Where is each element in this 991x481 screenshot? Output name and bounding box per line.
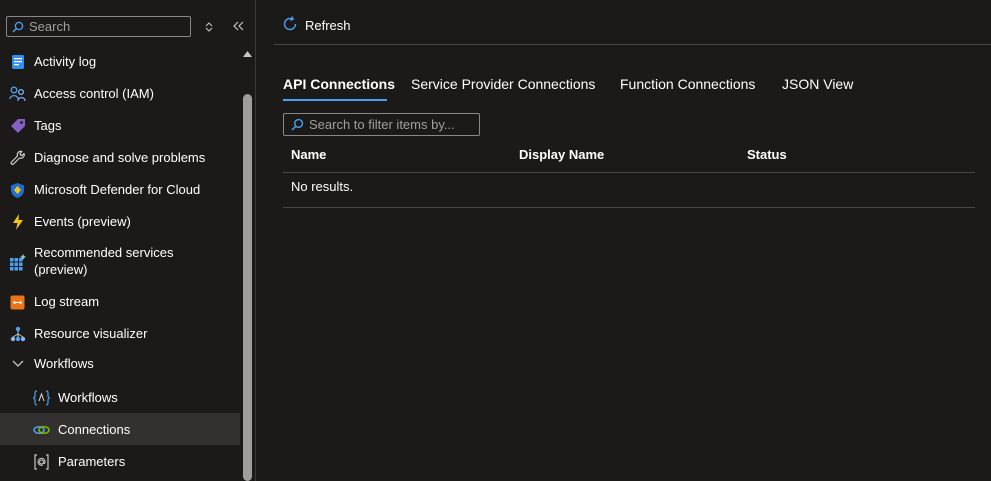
sidebar-search-input[interactable] [27,19,179,34]
scroll-up-arrow-icon[interactable] [241,48,254,60]
sidebar-item-label: Connections [58,422,131,437]
sidebar-group-workflows[interactable]: Workflows [0,354,240,374]
sidebar-item-log-stream[interactable]: Log stream [0,292,240,312]
collapse-sidebar-icon[interactable] [232,18,246,34]
sidebar-item-label: Tags [34,118,62,133]
scrollbar-thumb[interactable] [243,94,252,481]
sidebar-item-defender[interactable]: Microsoft Defender for Cloud [0,180,240,200]
sidebar-item-label: Parameters [58,454,126,469]
sidebar-item-label: Diagnose and solve problems [34,150,206,165]
filter-input[interactable] [307,117,474,132]
sidebar-item-label: Recommended services [34,245,174,260]
sidebar-scrollbar[interactable] [241,46,254,481]
parameters-icon [33,454,50,471]
activity-log-icon [9,54,26,71]
sidebar-item-activity-log[interactable]: Activity log [0,52,240,72]
grid-icon [9,254,26,271]
sidebar-item-label: Resource visualizer [34,326,148,341]
people-icon [9,86,26,103]
empty-results-text: No results. [291,179,354,194]
hierarchy-icon [9,326,26,343]
sort-toggle-icon[interactable] [202,19,216,35]
active-tab-indicator [283,99,387,101]
sidebar-item-diagnose[interactable]: Diagnose and solve problems [0,148,240,168]
grid-header-divider [283,172,975,173]
refresh-label: Refresh [305,18,351,33]
sidebar: Activity log Access control (IAM) Tags D… [0,0,256,481]
tab-json-view[interactable]: JSON View [782,74,853,94]
refresh-icon [282,16,298,35]
tab-function-connections[interactable]: Function Connections [620,74,755,94]
workflow-braces-icon [33,390,50,407]
sidebar-item-recommended-services[interactable]: Recommended services (preview) [0,244,240,280]
column-header-display-name[interactable]: Display Name [519,147,604,162]
chevron-down-icon [9,356,26,373]
sidebar-item-label: Workflows [34,356,94,371]
refresh-button[interactable]: Refresh [282,16,351,35]
sidebar-item-connections[interactable]: Connections [0,413,240,445]
column-header-status[interactable]: Status [747,147,787,162]
wrench-icon [9,150,26,167]
grid-bottom-divider [283,207,975,208]
filter-box[interactable] [283,113,480,136]
sidebar-item-label: Microsoft Defender for Cloud [34,182,201,197]
sidebar-item-label: Events (preview) [34,214,131,229]
tab-service-provider-connections[interactable]: Service Provider Connections [411,74,595,94]
sidebar-item-access-control[interactable]: Access control (IAM) [0,84,240,104]
connections-icon [33,421,50,438]
sidebar-item-tags[interactable]: Tags [0,116,240,136]
toolbar-divider [274,44,991,45]
search-icon [287,118,307,131]
search-icon [9,21,27,33]
sidebar-item-parameters[interactable]: Parameters [0,452,240,472]
log-stream-icon [9,294,26,311]
main-content: Refresh API Connections Service Provider… [256,0,991,481]
lightning-icon [9,214,26,231]
tag-icon [9,118,26,135]
sidebar-item-label: Log stream [34,294,100,309]
sidebar-search-box[interactable] [6,16,191,37]
sidebar-item-label: Activity log [34,54,97,69]
sidebar-item-workflows[interactable]: Workflows [0,388,240,408]
shield-icon [9,182,26,199]
sidebar-item-label: Access control (IAM) [34,86,154,101]
sidebar-item-label-line2: (preview) [34,262,88,277]
sidebar-item-label: Workflows [58,390,118,405]
tab-api-connections[interactable]: API Connections [283,74,395,94]
sidebar-item-resource-visualizer[interactable]: Resource visualizer [0,324,240,344]
sidebar-item-events[interactable]: Events (preview) [0,212,240,232]
column-header-name[interactable]: Name [291,147,326,162]
